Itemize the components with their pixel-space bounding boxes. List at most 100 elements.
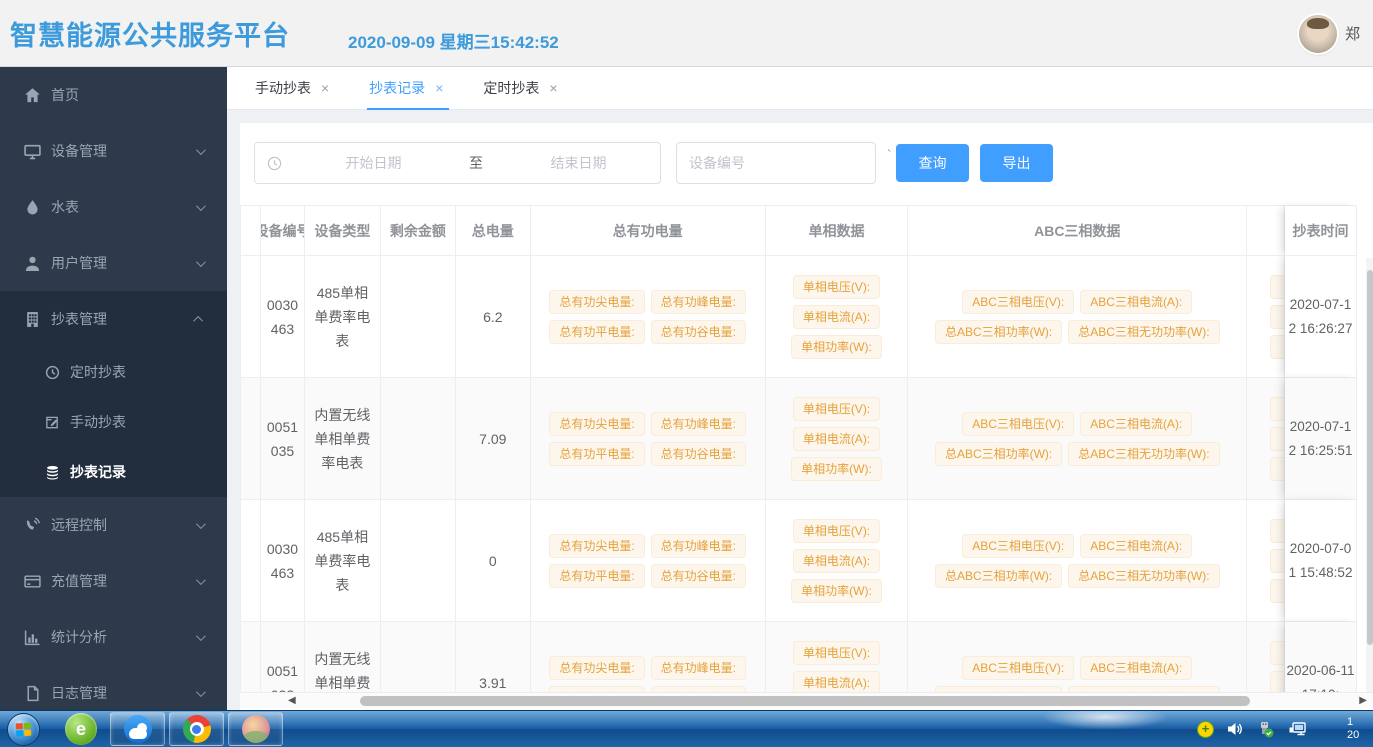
data-tag: ABC三相电流(A):	[1080, 656, 1192, 680]
user-area[interactable]: 郑	[1299, 0, 1373, 67]
meter-icon	[24, 311, 41, 328]
data-tag: ABC三相电流(A):	[1080, 412, 1192, 436]
cell-read-time: 2020-07-12 16:26:27	[1285, 256, 1357, 378]
data-tag: 总有功尖电量:	[549, 290, 644, 314]
sidebar-item-log-mgmt[interactable]: 日志管理	[0, 665, 227, 710]
sidebar-item-reading-records[interactable]: 抄表记录	[0, 447, 227, 497]
data-tag: ABC三相电压(V):	[962, 290, 1074, 314]
screen: 智慧能源公共服务平台 2020-09-09 星期三15:42:52 郑 首页 设…	[0, 0, 1373, 747]
query-button[interactable]: 查询	[896, 144, 969, 182]
sidebar-item-device-mgmt[interactable]: 设备管理	[0, 123, 227, 179]
cell-blank	[241, 256, 261, 378]
tab-reading-records[interactable]: 抄表记录 ×	[349, 67, 463, 109]
sidebar-item-scheduled-reading[interactable]: 定时抄表	[0, 347, 227, 397]
cell-abc-phase-tags: ABC三相电压(V):ABC三相电流(A):总ABC三相功率(W):总ABC三相…	[908, 378, 1247, 500]
h-scroll-thumb[interactable]	[360, 696, 1250, 706]
sidebar: 首页 设备管理 水表 用户管理	[0, 67, 227, 710]
start-date-placeholder[interactable]: 开始日期	[292, 153, 455, 173]
cell-balance	[381, 500, 456, 622]
taskbar-item-chrome[interactable]	[169, 712, 224, 746]
clipped-tag-fragment	[1270, 457, 1284, 481]
data-tag: 总有功尖电量:	[549, 656, 644, 680]
clipped-tag-fragment	[1270, 397, 1284, 421]
data-tag: 总ABC三相无功功率(W):	[1068, 320, 1219, 344]
tab-scheduled-reading[interactable]: 定时抄表 ×	[463, 67, 577, 109]
data-tag: 单相功率(W):	[791, 335, 882, 359]
network-icon[interactable]	[1287, 719, 1307, 739]
sidebar-item-meter-mgmt[interactable]: 抄表管理	[0, 291, 227, 347]
cell-device-type: 485单相单费率电表	[305, 500, 381, 622]
database-icon	[45, 465, 60, 480]
taskbar-clock[interactable]: 1 20	[1347, 716, 1373, 742]
clipped-tag-fragment	[1270, 549, 1284, 573]
main-area: 手动抄表 × 抄表记录 × 定时抄表 × 开始日期 至 结束日期	[227, 67, 1373, 710]
sidebar-item-recharge-mgmt[interactable]: 充值管理	[0, 553, 227, 609]
scroll-left-arrow-icon[interactable]: ◀	[288, 695, 296, 706]
volume-icon[interactable]	[1226, 720, 1244, 738]
tab-manual-reading[interactable]: 手动抄表 ×	[235, 67, 349, 109]
sidebar-item-home[interactable]: 首页	[0, 67, 227, 123]
content-card: 开始日期 至 结束日期 ` 查询 导出 设备编号 设备类型 剩余金额 总电量 总…	[240, 123, 1373, 710]
chevron-down-icon	[196, 687, 206, 697]
col-header-total-energy: 总电量	[456, 206, 531, 256]
cell-abc-phase-tags: ABC三相电压(V):ABC三相电流(A):总ABC三相功率(W):总ABC三相…	[908, 500, 1247, 622]
cell-active-energy-tags: 总有功尖电量:总有功峰电量:总有功平电量:总有功谷电量:	[531, 256, 766, 378]
table-row: 0030463 485单相单费率电表 6.2 总有功尖电量:总有功峰电量:总有功…	[241, 256, 1357, 378]
scroll-right-arrow-icon[interactable]: ▶	[1359, 695, 1367, 706]
user-avatar[interactable]	[1299, 15, 1337, 53]
clipped-tag-fragment	[1270, 579, 1284, 603]
vertical-scrollbar[interactable]	[1366, 258, 1373, 692]
sidebar-item-water-meter[interactable]: 水表	[0, 179, 227, 235]
cell-total-energy: 7.09	[456, 378, 531, 500]
cell-clipped-column	[1247, 256, 1285, 378]
data-tag: 单相电流(A):	[793, 549, 880, 573]
export-button[interactable]: 导出	[980, 144, 1053, 182]
log-icon	[24, 685, 41, 702]
col-header-clipped	[1247, 206, 1285, 256]
sidebar-item-user-mgmt[interactable]: 用户管理	[0, 235, 227, 291]
sidebar-item-statistics[interactable]: 统计分析	[0, 609, 227, 665]
chevron-down-icon	[196, 575, 206, 585]
360-safety-tray-icon[interactable]: +	[1197, 721, 1214, 738]
end-date-placeholder[interactable]: 结束日期	[497, 153, 660, 173]
col-header-blank	[241, 206, 261, 256]
taskbar-item-photos[interactable]	[228, 712, 283, 746]
chrome-icon	[183, 715, 211, 743]
cell-device-type: 485单相单费率电表	[305, 256, 381, 378]
data-tag: 总有功峰电量:	[651, 290, 746, 314]
usb-device-icon[interactable]	[1256, 720, 1275, 739]
droplet-icon	[24, 199, 41, 216]
sidebar-group-meter-reading: 抄表管理 定时抄表 手动抄表 抄表记录	[0, 291, 227, 497]
taskbar-item-qq-browser[interactable]	[110, 712, 165, 746]
cell-single-phase-tags: 单相电压(V):单相电流(A):单相功率(W):	[766, 378, 909, 500]
data-tag: 单相电流(A):	[793, 427, 880, 451]
tab-close-icon[interactable]: ×	[435, 80, 443, 96]
cell-balance	[381, 622, 456, 693]
data-tag: 总ABC三相功率(W):	[935, 564, 1062, 588]
data-tag: 总有功谷电量:	[651, 442, 746, 466]
windows-logo-icon	[16, 722, 33, 737]
device-id-input[interactable]	[676, 142, 876, 184]
clipped-tag-fragment	[1270, 275, 1284, 299]
data-tag: 总有功平电量:	[549, 320, 644, 344]
cell-active-energy-tags: 总有功尖电量:总有功峰电量:总有功平电量:总有功谷电量:	[531, 378, 766, 500]
browser-360-icon: e	[65, 713, 97, 745]
horizontal-scrollbar[interactable]: ◀ ▶	[240, 692, 1373, 708]
data-tag: 单相功率(W):	[791, 579, 882, 603]
cell-total-energy: 0	[456, 500, 531, 622]
tab-close-icon[interactable]: ×	[549, 80, 557, 96]
remote-icon	[24, 517, 41, 534]
v-scroll-thumb[interactable]	[1367, 270, 1373, 645]
cell-clipped-column	[1247, 378, 1285, 500]
date-range-input[interactable]: 开始日期 至 结束日期	[254, 142, 661, 184]
date-range-separator: 至	[455, 153, 497, 173]
sidebar-item-remote-control[interactable]: 远程控制	[0, 497, 227, 553]
cell-device-type: 内置无线单相单费率电表	[305, 622, 381, 693]
sidebar-item-manual-reading[interactable]: 手动抄表	[0, 397, 227, 447]
start-button[interactable]	[7, 713, 40, 746]
taskbar-item-360-browser[interactable]: e	[64, 712, 98, 746]
clipped-tag-fragment	[1270, 671, 1284, 694]
tab-close-icon[interactable]: ×	[321, 80, 329, 96]
cell-abc-phase-tags: ABC三相电压(V):ABC三相电流(A):总ABC三相功率(W):总ABC三相…	[908, 256, 1247, 378]
data-tag: 单相电压(V):	[793, 275, 880, 299]
